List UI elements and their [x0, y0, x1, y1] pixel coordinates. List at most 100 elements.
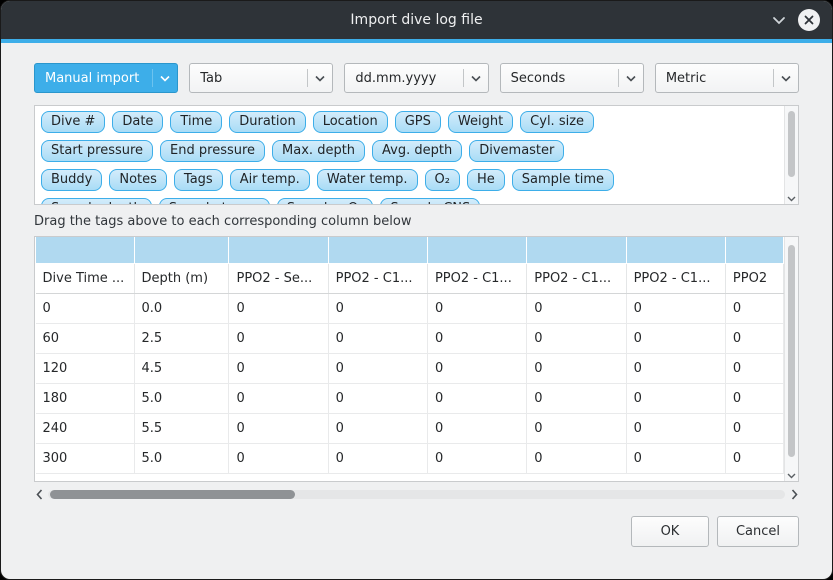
drag-tag[interactable]: Start pressure	[41, 140, 153, 162]
drag-tag[interactable]: Divemaster	[469, 140, 564, 162]
drag-tag[interactable]: He	[467, 169, 505, 191]
drag-tag[interactable]: GPS	[395, 111, 441, 133]
drag-tag[interactable]: Cyl. size	[520, 111, 594, 133]
chevron-down-icon	[464, 75, 488, 82]
field-separator-select[interactable]: Tab	[189, 63, 333, 93]
table-cell: 0	[626, 293, 725, 323]
drag-tag[interactable]: Date	[112, 111, 163, 133]
close-icon[interactable]	[798, 9, 820, 31]
tag-row: Dive # Date Time Duration Location GPS Weight C…	[41, 111, 792, 133]
date-format-select[interactable]: dd.mm.yyyy	[344, 63, 488, 93]
table-cell: 0	[725, 413, 783, 443]
table-cell: 0	[527, 413, 626, 443]
column-drop-target[interactable]	[527, 237, 626, 263]
table-row: 2405.5000000	[36, 413, 784, 443]
drag-tag[interactable]: Time	[170, 111, 222, 133]
table-cell: 120	[36, 353, 135, 383]
tag-row: Sample depth Sample temp. Sample pO₂ Sample…	[41, 198, 792, 205]
table-scrollbar[interactable]	[784, 237, 798, 481]
titlebar-buttons	[772, 9, 820, 31]
table-cell: 0	[427, 323, 526, 353]
chevron-down-icon	[308, 75, 332, 82]
chevron-down-icon[interactable]	[785, 473, 798, 479]
ok-button[interactable]: OK	[631, 516, 709, 547]
column-drop-target[interactable]	[328, 237, 427, 263]
table-cell: 0	[328, 383, 427, 413]
chevron-down-icon[interactable]	[772, 16, 786, 25]
drag-tag[interactable]: Sample time	[512, 169, 614, 191]
dialog-body: Manual import Tab dd.mm.yyyy	[1, 43, 832, 547]
drag-tag[interactable]: End pressure	[160, 140, 265, 162]
scrollbar-handle[interactable]	[788, 245, 795, 457]
drag-tag[interactable]: Weight	[448, 111, 513, 133]
import-dive-log-dialog: Import dive log file Manual import Tab	[0, 0, 833, 580]
drag-tag[interactable]: O₂	[425, 169, 460, 191]
chevron-left-icon[interactable]	[34, 489, 44, 500]
table-row: 3005.0000000	[36, 443, 784, 473]
drag-tag[interactable]: Dive #	[41, 111, 105, 133]
drag-tag[interactable]: Buddy	[41, 169, 102, 191]
table-horizontal-scrollbar[interactable]	[34, 487, 799, 501]
table-cell: 0	[229, 293, 328, 323]
column-drop-target[interactable]	[229, 237, 328, 263]
chevron-right-icon[interactable]	[789, 489, 799, 500]
table-header-row: Dive Time ...Depth (m)PPO2 - Se...PPO2 -…	[36, 263, 784, 293]
table-cell: 300	[36, 443, 135, 473]
column-drop-target[interactable]	[725, 237, 783, 263]
column-header: PPO2 - C1...	[626, 263, 725, 293]
drag-tag[interactable]: Air temp.	[230, 169, 310, 191]
scrollbar-handle[interactable]	[788, 111, 795, 177]
drag-tag[interactable]: Notes	[109, 169, 167, 191]
table-cell: 0	[328, 443, 427, 473]
drag-tag[interactable]: Sample depth	[41, 198, 152, 205]
table-cell: 0	[229, 413, 328, 443]
scrollbar-track[interactable]	[48, 490, 785, 499]
tags-scrollbar[interactable]	[784, 106, 798, 204]
drag-tag[interactable]: Tags	[174, 169, 223, 191]
table-cell: 0	[229, 443, 328, 473]
column-drop-target[interactable]	[427, 237, 526, 263]
drag-tag[interactable]: Sample CNS	[380, 198, 480, 205]
drag-tag[interactable]: Sample pO₂	[277, 198, 374, 205]
table-cell: 0	[725, 293, 783, 323]
combo-value: Metric	[656, 71, 773, 86]
column-drop-target[interactable]	[134, 237, 229, 263]
units-select[interactable]: Metric	[655, 63, 799, 93]
table-cell: 0	[427, 383, 526, 413]
chevron-down-icon	[774, 75, 798, 82]
column-header: PPO2	[725, 263, 783, 293]
column-header: PPO2 - C1...	[328, 263, 427, 293]
table-cell: 0	[328, 413, 427, 443]
tag-row: Start pressure End pressure Max. depth Avg.…	[41, 140, 792, 162]
combo-value: dd.mm.yyyy	[345, 71, 462, 86]
table-cell: 0	[626, 413, 725, 443]
table-cell: 240	[36, 413, 135, 443]
chevron-down-icon[interactable]	[785, 196, 798, 202]
preview-table-panel: Dive Time ...Depth (m)PPO2 - Se...PPO2 -…	[34, 236, 799, 482]
scrollbar-handle[interactable]	[50, 490, 295, 499]
drag-tag[interactable]: Duration	[229, 111, 305, 133]
table-cell: 0	[229, 353, 328, 383]
drag-tag[interactable]: Location	[313, 111, 388, 133]
instruction-text: Drag the tags above to each correspondin…	[34, 214, 799, 229]
drag-tag[interactable]: Avg. depth	[372, 140, 462, 162]
time-format-select[interactable]: Seconds	[500, 63, 644, 93]
drag-tag[interactable]: Sample temp.	[159, 198, 270, 205]
table-cell: 0	[427, 293, 526, 323]
table-cell: 0	[725, 323, 783, 353]
combo-value: Tab	[190, 71, 307, 86]
table-cell: 0	[328, 293, 427, 323]
drag-tag[interactable]: Water temp.	[317, 169, 418, 191]
drag-tag[interactable]: Max. depth	[272, 140, 365, 162]
table-row: 00.0000000	[36, 293, 784, 323]
table-cell: 0	[427, 353, 526, 383]
cancel-button[interactable]: Cancel	[717, 516, 799, 547]
table-cell: 0	[626, 383, 725, 413]
import-mode-select[interactable]: Manual import	[34, 63, 178, 93]
titlebar[interactable]: Import dive log file	[1, 1, 832, 39]
column-drop-target[interactable]	[36, 237, 135, 263]
table-cell: 0	[626, 353, 725, 383]
column-drop-target[interactable]	[626, 237, 725, 263]
tags-panel: Dive # Date Time Duration Location GPS Weight C…	[34, 105, 799, 205]
tag-row: Buddy Notes Tags Air temp. Water temp. O₂ He Sa…	[41, 169, 792, 191]
